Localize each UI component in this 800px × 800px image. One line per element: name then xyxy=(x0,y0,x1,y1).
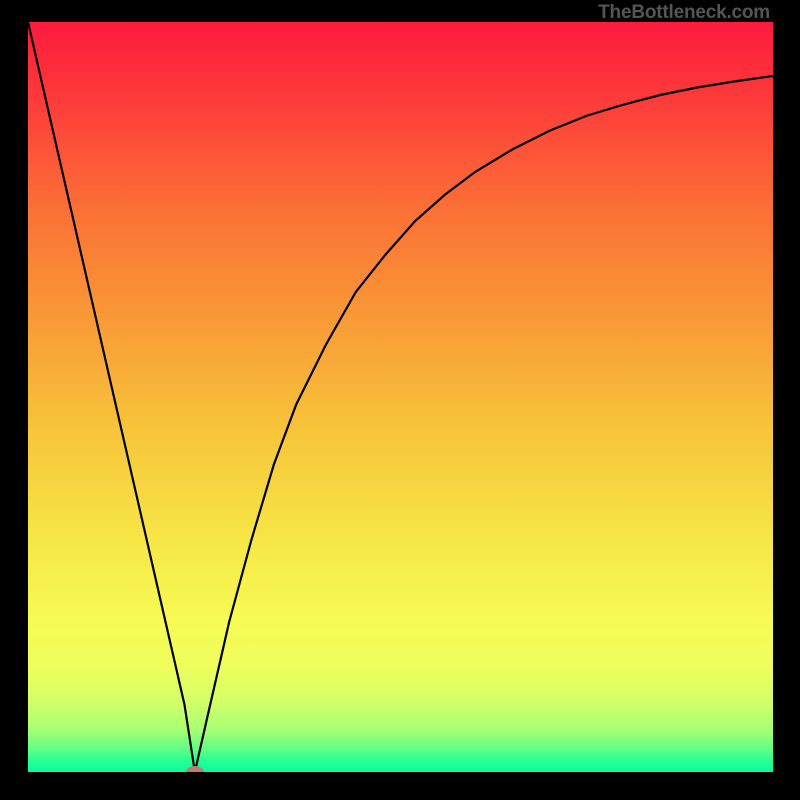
chart-plot-area xyxy=(28,22,773,772)
curve-layer xyxy=(28,22,773,772)
bottleneck-curve xyxy=(28,22,773,772)
optimal-point-marker xyxy=(186,766,204,772)
attribution-text: TheBottleneck.com xyxy=(598,2,770,24)
